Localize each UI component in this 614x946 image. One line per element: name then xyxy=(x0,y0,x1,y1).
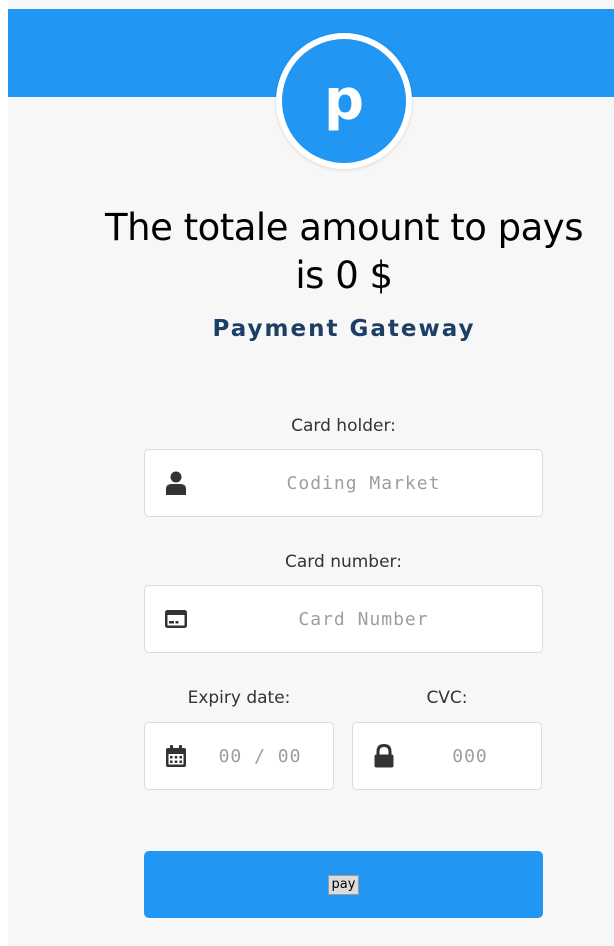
credit-card-icon xyxy=(163,606,189,632)
user-icon xyxy=(163,470,189,496)
logo-letter: p xyxy=(323,68,365,133)
calendar-icon xyxy=(163,743,189,769)
card-holder-input[interactable]: Coding Market xyxy=(205,450,522,516)
lock-icon xyxy=(371,743,397,769)
page-title: The totale amount to pays is 0 $ xyxy=(105,206,583,297)
page-subtitle: Payment Gateway xyxy=(212,316,476,342)
cvc-field[interactable]: 000 xyxy=(352,722,542,790)
expiry-date-input[interactable]: 00 / 00 xyxy=(201,723,319,789)
expiry-date-field[interactable]: 00 / 00 xyxy=(144,722,334,790)
card-number-field[interactable]: Card Number xyxy=(144,585,543,653)
card-number-input[interactable]: Card Number xyxy=(205,586,522,652)
cvc-input[interactable]: 000 xyxy=(413,723,527,789)
card-number-label: Card number: xyxy=(285,552,402,572)
expiry-date-label: Expiry date: xyxy=(187,688,291,708)
card-holder-field[interactable]: Coding Market xyxy=(144,449,543,517)
card-holder-label: Card holder: xyxy=(291,416,396,436)
cvc-label: CVC: xyxy=(426,688,468,708)
pay-button-label[interactable]: pay xyxy=(327,874,360,895)
logo-badge: p xyxy=(276,33,412,169)
pay-button[interactable]: pay xyxy=(144,851,543,918)
